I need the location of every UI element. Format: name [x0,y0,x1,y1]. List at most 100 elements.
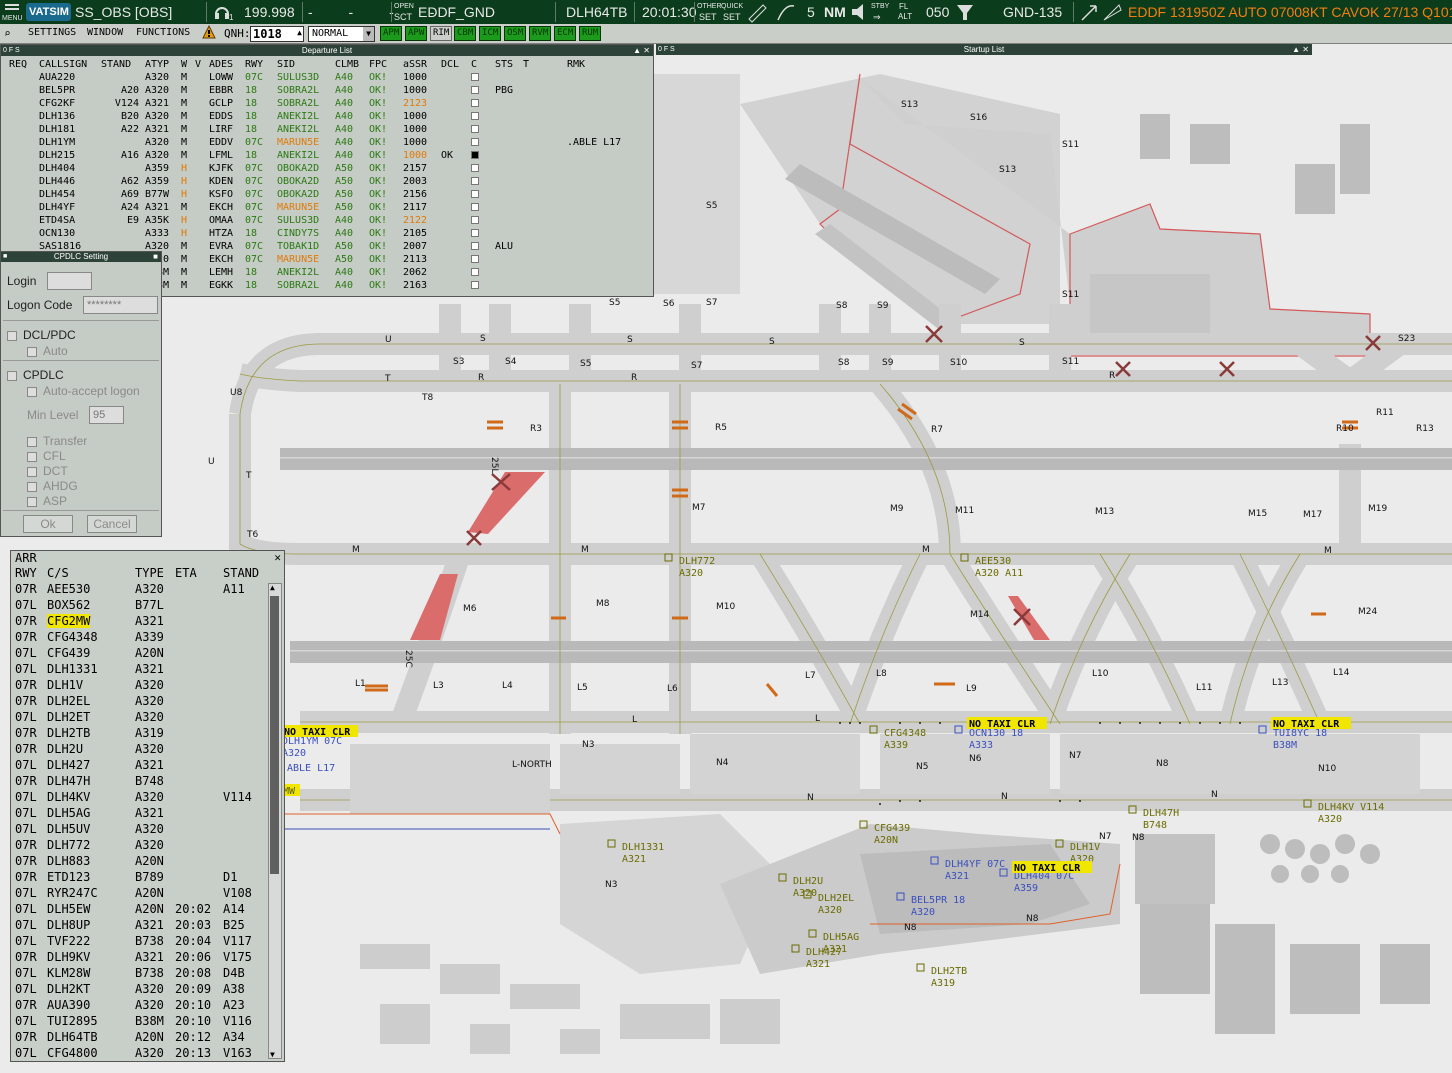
table-row[interactable]: 07R CFG2MW A321 [15,613,273,629]
nm-toggle[interactable]: NM [824,0,846,24]
close-icon[interactable]: ▲ ✕ [1292,44,1309,55]
clearance-checkbox[interactable] [471,138,479,146]
qnh-spinner-icon[interactable]: ▲ [297,26,302,40]
window-controls-icon[interactable]: 0 F S [3,45,20,56]
close-icon[interactable]: ■ [153,252,158,262]
aircraft-tag-type[interactable]: A320 A11 [975,568,1023,579]
aircraft-tag-type[interactable]: A333 [969,740,993,751]
departure-header-rwy[interactable]: RWY [245,58,277,71]
table-row[interactable]: ETD4SA E9 A35K H OMAA 07C SULUS3D A40 OK! 2122 [9,214,637,227]
table-row[interactable]: 07L DLH5AG A321 [15,805,273,821]
arrival-list-titlebar[interactable]: ARR ✕ [11,551,284,565]
aircraft-tag-type[interactable]: A321 [806,959,830,970]
clearance-checkbox[interactable] [471,268,479,276]
aircraft-tag-callsign[interactable]: DLH2U [793,876,823,887]
arrival-header-type[interactable]: TYPE [135,565,175,581]
icm-button[interactable]: ICM [479,26,502,41]
departure-header-assr[interactable]: aSSR [403,58,441,71]
search-icon[interactable]: ⌕ [4,27,11,40]
table-row[interactable]: DLH215 A16 A320 M LFML 18 ANEKI2L A40 OK! 1000 OK [9,149,637,162]
login-input[interactable] [47,272,92,290]
clearance-checkbox[interactable] [471,203,479,211]
table-row[interactable]: DLH404 A359 H KJFK 07C OBOKA2D A50 OK! 2157 [9,162,637,175]
table-row[interactable]: 07R DLH64TB A20N 20:12 A34 [15,1029,273,1045]
clearance-checkbox[interactable] [471,229,479,237]
aircraft-tag-type[interactable]: A320 [282,748,306,759]
cpdlc-checkbox[interactable]: CPDLC [7,368,64,382]
aircraft-tag-type[interactable]: A359 [1014,883,1038,894]
departure-header-c[interactable]: C [471,58,495,71]
aircraft-tag-type[interactable]: A321 [622,854,646,865]
table-row[interactable]: 07R DLH2U A320 [15,741,273,757]
aircraft-tag-type[interactable]: A339 [884,740,908,751]
arrival-header-rwy[interactable]: RWY [15,565,47,581]
auto-checkbox[interactable]: Auto [27,344,68,358]
scroll-down-icon[interactable]: ▼ [270,1050,275,1059]
aircraft-tag-callsign[interactable]: DLH4YF 07C [945,859,1005,870]
aircraft-tag-callsign[interactable]: DLH2EL [818,893,854,904]
clearance-checkbox[interactable] [471,281,479,289]
clearance-checkbox[interactable] [471,73,479,81]
clearance-checkbox[interactable] [471,164,479,172]
speaker-icon[interactable] [850,0,868,24]
menu-button[interactable]: MENU [1,0,23,24]
frequency-display[interactable]: 199.998 [244,0,295,24]
clearance-checkbox[interactable] [471,125,479,133]
highlighted-callsign[interactable]: CFG2MW [47,614,91,628]
aircraft-tag-callsign[interactable]: DLH427 [806,947,842,958]
table-row[interactable]: AUA220 A320 M LOWW 07C SULUS3D A40 OK! 1000 [9,71,637,84]
aircraft-tag-callsign[interactable]: DLH4KV V114 [1318,802,1384,813]
window-pin-icon[interactable]: ■ [3,252,7,262]
menu-functions[interactable]: FUNCTIONS [136,27,190,38]
curve-icon[interactable] [775,0,797,24]
apw-button[interactable]: APW [405,26,428,41]
aircraft-tag-callsign[interactable]: DLH1V [1070,842,1100,853]
table-row[interactable]: BEL5PR A20 A320 M EBBR 18 SOBRA2L A40 OK! 1000 PBG [9,84,637,97]
warning-icon[interactable] [202,24,216,42]
departure-header-v[interactable]: V [195,58,209,71]
table-row[interactable]: 07R ETD123 B789 D1 [15,869,273,885]
departure-header-t[interactable]: T [523,58,567,71]
departure-header-ades[interactable]: ADES [209,58,245,71]
ahdg-checkbox[interactable]: AHDG [27,479,78,493]
aircraft-tag-callsign[interactable]: DLH5AG [823,932,859,943]
auto-accept-checkbox[interactable]: Auto-accept logon [27,384,140,398]
table-row[interactable]: DLH136 B20 A320 M EDDS 18 ANEKI2L A40 OK! 1000 [9,110,637,123]
menu-window[interactable]: WINDOW [87,27,123,38]
aircraft-tag-callsign[interactable]: DLH47H [1143,808,1179,819]
qnh-field[interactable]: 1018 ▲ [250,26,304,42]
departure-header-sid[interactable]: SID [277,58,335,71]
cpdlc-setting-window[interactable]: ■ CPDLC Setting ■ Login Logon Code *****… [0,251,162,537]
table-row[interactable]: 07L DLH1331 A321 [15,661,273,677]
table-row[interactable]: 07L CFG439 A20N [15,645,273,661]
table-row[interactable]: 07R DLH772 A320 [15,837,273,853]
departure-header-w[interactable]: W [181,58,195,71]
departure-header-atyp[interactable]: ATYP [145,58,181,71]
departure-header-rmk[interactable]: RMK [567,58,637,71]
close-icon[interactable]: ▲ ✕ [633,45,650,56]
table-row[interactable]: 07R DLH2EL A320 [15,693,273,709]
arrival-header-stand[interactable]: STAND [223,565,273,581]
aircraft-tag-type[interactable]: A319 [931,978,955,989]
close-icon[interactable]: ✕ [274,551,281,565]
table-row[interactable]: DLH181 A22 A321 M LIRF 18 ANEKI2L A40 OK! 1000 [9,123,637,136]
rum-button[interactable]: RUM [579,26,602,41]
table-row[interactable]: OCN130 A333 H HTZA 18 CINDY7S A40 OK! 2105 [9,227,637,240]
table-row[interactable]: DLH446 A62 A359 H KDEN 07C OBOKA2D A50 OK! 2003 [9,175,637,188]
apm-button[interactable]: APM [380,26,403,41]
table-row[interactable]: 07L DLH4KV A320 V114 [15,789,273,805]
table-row[interactable]: 07L BOX562 B77L [15,597,273,613]
table-row[interactable]: 07R CFG4348 A339 [15,629,273,645]
clearance-checkbox[interactable] [471,255,479,263]
departure-header-fpc[interactable]: FPC [369,58,403,71]
quick-set-button[interactable]: SET [723,13,741,22]
cancel-button[interactable]: Cancel [87,515,137,533]
table-row[interactable]: 07R DLH2TB A319 [15,725,273,741]
cpdlc-titlebar[interactable]: ■ CPDLC Setting ■ [1,252,161,262]
aircraft-tag-type[interactable]: A321 [945,871,969,882]
dcl-pdc-checkbox[interactable]: DCL/PDC [7,328,76,342]
table-row[interactable]: 07L DLH427 A321 [15,757,273,773]
table-row[interactable]: 07L KLM28W B738 20:08 D4B [15,965,273,981]
table-row[interactable]: CFG2KF V124 A321 M GCLP 18 SOBRA2L A40 OK! 2123 [9,97,637,110]
clearance-checkbox[interactable] [471,242,479,250]
